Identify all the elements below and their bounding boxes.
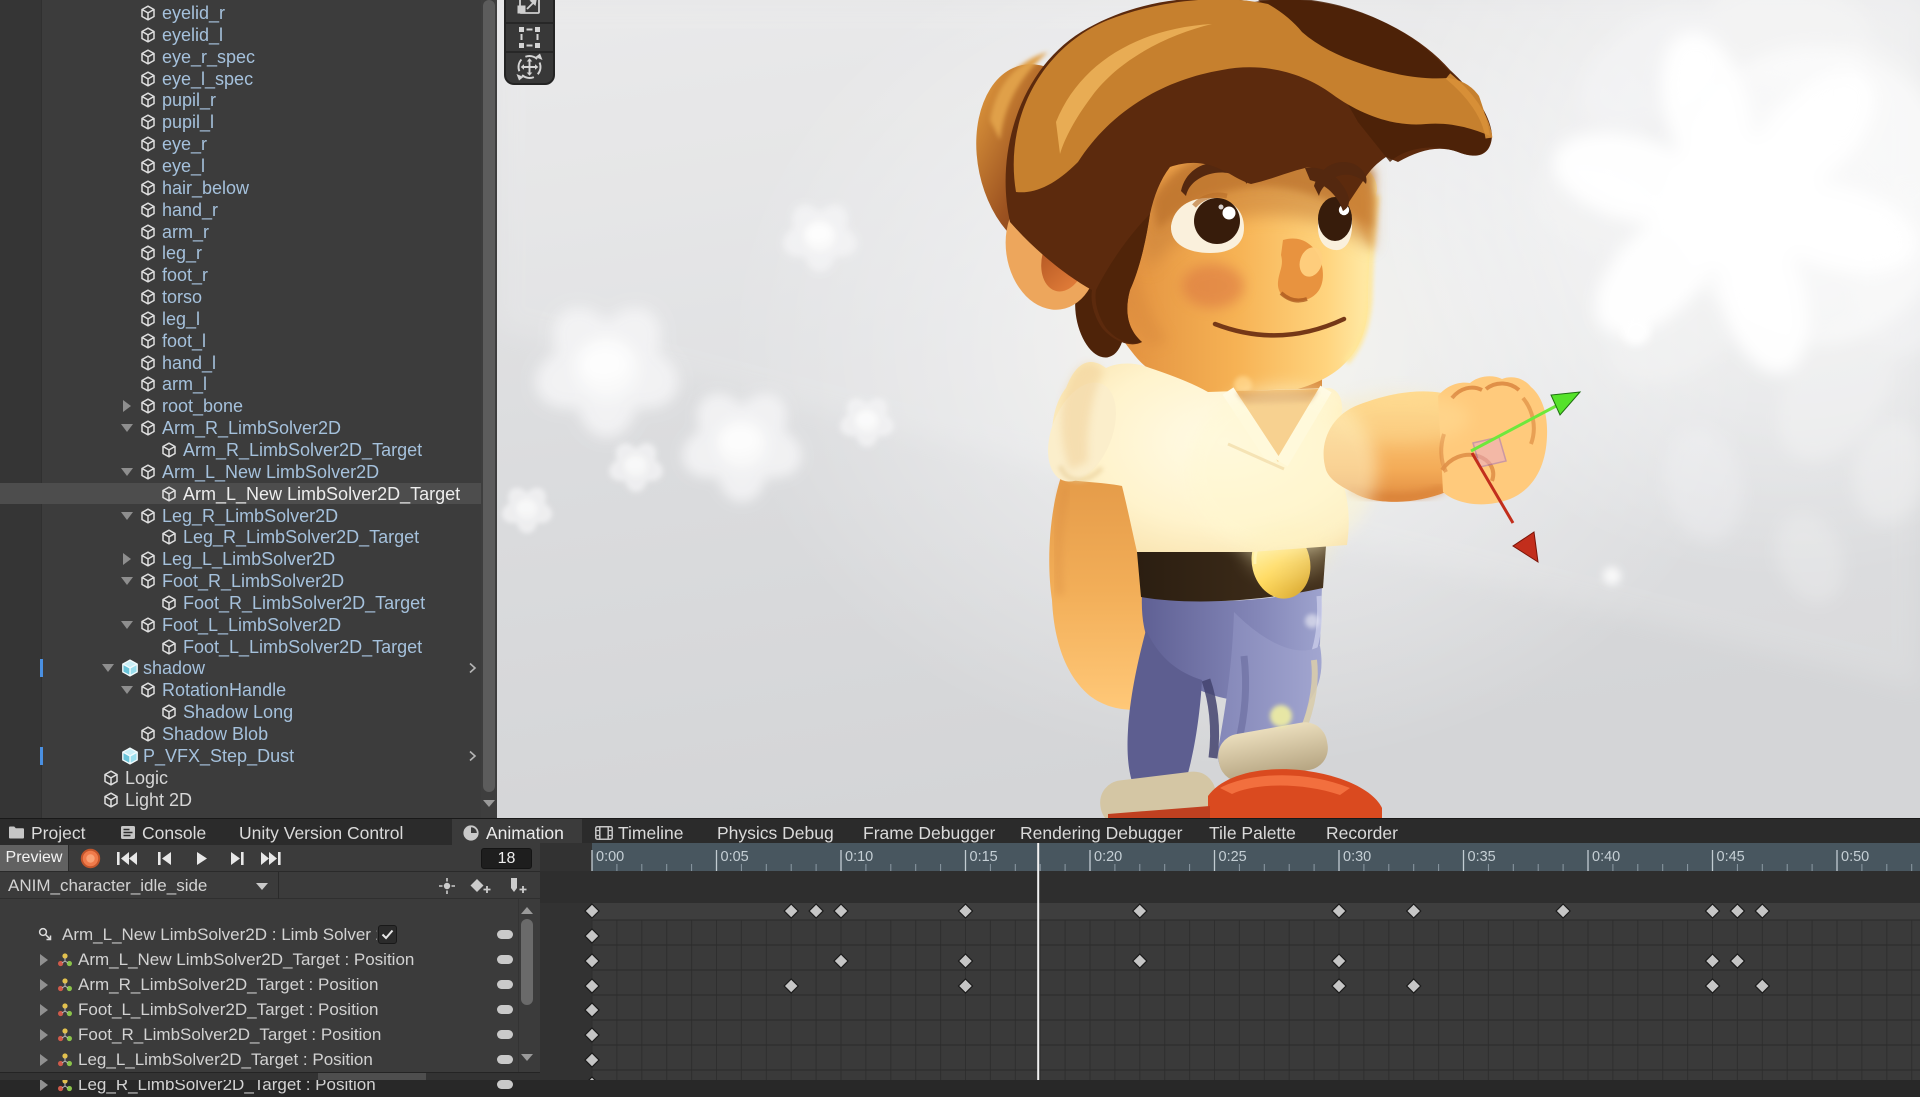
svg-text:0:05: 0:05	[721, 849, 749, 865]
svg-text:0:35: 0:35	[1468, 849, 1496, 865]
svg-text:0:30: 0:30	[1343, 849, 1371, 865]
svg-text:0:10: 0:10	[845, 849, 873, 865]
svg-text:0:20: 0:20	[1094, 849, 1122, 865]
svg-text:0:00: 0:00	[596, 849, 624, 865]
svg-text:0:40: 0:40	[1592, 849, 1620, 865]
svg-text:0:45: 0:45	[1717, 849, 1745, 865]
svg-text:0:15: 0:15	[970, 849, 998, 865]
svg-text:0:25: 0:25	[1219, 849, 1247, 865]
svg-text:0:50: 0:50	[1841, 849, 1869, 865]
